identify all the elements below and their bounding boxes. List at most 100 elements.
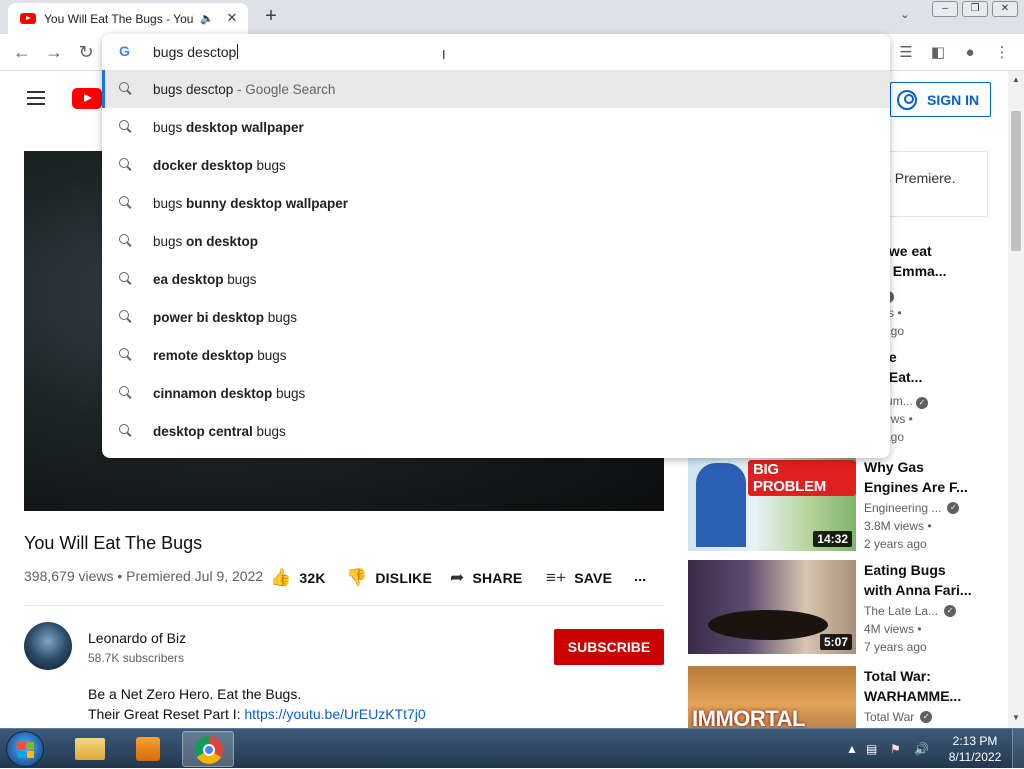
search-icon: [119, 386, 133, 400]
channel-avatar[interactable]: [24, 622, 72, 670]
system-clock[interactable]: 2:13 PM 8/11/2022: [940, 733, 1010, 765]
forward-arrow-icon[interactable]: →: [42, 41, 66, 65]
suggestion-text: bugs bunny desktop wallpaper: [153, 195, 349, 211]
recommended-video[interactable]: 5:07 Eating Bugs with Anna Fari... The L…: [688, 560, 1008, 660]
speaker-icon[interactable]: 🔈: [200, 12, 214, 25]
search-icon: [119, 424, 133, 438]
address-bar[interactable]: G bugs desctop I: [102, 34, 890, 70]
like-button[interactable]: 👍 32K: [270, 568, 326, 588]
taskbar-file-explorer[interactable]: [64, 731, 116, 767]
video-title: You Will Eat The Bugs: [24, 533, 203, 553]
show-desktop-button[interactable]: [1012, 729, 1024, 769]
rec-title[interactable]: Why Gas Engines Are F...: [864, 457, 974, 497]
omnibox-suggestion[interactable]: ea desktop bugs: [102, 260, 890, 298]
person-figure: [696, 463, 746, 547]
verified-icon: ✓: [916, 397, 929, 409]
scroll-down-arrow-icon[interactable]: ▼: [1012, 713, 1020, 722]
tab-search-chevron-icon[interactable]: ⌄: [896, 8, 914, 26]
channel-subscribers: 58.7K subscribers: [88, 651, 185, 665]
folder-icon: [75, 738, 105, 760]
scrollbar-thumb[interactable]: [1011, 111, 1021, 251]
rec-title[interactable]: Total War: WARHAMME...: [864, 666, 974, 706]
start-button[interactable]: [6, 731, 44, 767]
video-thumbnail[interactable]: BIG PROBLEM 14:32: [688, 457, 856, 551]
sign-in-button[interactable]: SIGN IN: [890, 82, 991, 117]
suggestion-text: docker desktop bugs: [153, 157, 286, 173]
search-icon: [119, 234, 133, 248]
verified-icon: ✓: [944, 605, 957, 617]
clock-date: 8/11/2022: [948, 750, 1002, 764]
video-thumbnail[interactable]: IMMORTAL: [688, 666, 856, 728]
rec-channel: The Late La... ✓: [864, 604, 957, 618]
share-button[interactable]: ➦ SHARE: [450, 568, 522, 588]
minimize-button[interactable]: –: [932, 1, 958, 17]
divider: [24, 605, 664, 606]
thumbnail-text: IMMORTAL: [692, 706, 805, 728]
omnibox-suggestion[interactable]: cinnamon desktop bugs: [102, 374, 890, 412]
taskbar-chrome[interactable]: [182, 731, 234, 767]
back-arrow-icon[interactable]: ←: [10, 41, 34, 65]
subscribe-button[interactable]: SUBSCRIBE: [554, 629, 664, 665]
search-icon: [119, 158, 133, 172]
side-panel-icon[interactable]: ◧: [928, 43, 948, 63]
omnibox-suggestion[interactable]: bugs on desktop: [102, 222, 890, 260]
duration-badge: 14:32: [813, 531, 852, 547]
hamburger-menu-icon[interactable]: [27, 91, 45, 105]
scroll-up-arrow-icon[interactable]: ▲: [1012, 75, 1020, 84]
thumbnail-text: BIG PROBLEM: [748, 460, 856, 496]
omnibox-suggestion[interactable]: desktop central bugs: [102, 412, 890, 450]
recommended-video[interactable]: BIG PROBLEM 14:32 Why Gas Engines Are F.…: [688, 457, 1008, 557]
like-count: 32K: [299, 570, 326, 586]
recommended-video[interactable]: IMMORTAL Total War: WARHAMME... Total Wa…: [688, 666, 1008, 728]
chrome-menu-kebab-icon[interactable]: ⋮: [992, 43, 1012, 63]
volume-icon[interactable]: 🔊: [914, 742, 929, 756]
suggestion-text: bugs on desktop: [153, 233, 259, 249]
channel-name[interactable]: Leonardo of Biz: [88, 630, 186, 646]
reload-icon[interactable]: ↻: [74, 41, 98, 65]
clock-time: 2:13 PM: [952, 734, 998, 748]
tab-close-icon[interactable]: ✕: [224, 10, 240, 26]
save-button[interactable]: ≡+ SAVE: [546, 568, 612, 588]
description-link[interactable]: https://youtu.be/UrEUzKTt7j0: [244, 706, 425, 722]
close-window-button[interactable]: ✕: [992, 1, 1018, 17]
taskbar-media-player[interactable]: [122, 731, 174, 767]
profile-avatar-icon[interactable]: ●: [960, 43, 980, 63]
account-circle-icon: [897, 90, 917, 110]
omnibox-suggestion[interactable]: bugs bunny desktop wallpaper: [102, 184, 890, 222]
dislike-label: DISLIKE: [375, 570, 433, 586]
search-icon: [119, 348, 133, 362]
ibeam-cursor-icon: I: [442, 47, 446, 62]
action-center-icon[interactable]: ⚑: [890, 742, 901, 756]
youtube-logo-icon[interactable]: [72, 88, 102, 109]
suggestion-list: bugs desctop - Google Search bugs desktop…: [102, 70, 890, 450]
network-icon[interactable]: ▤: [866, 742, 877, 756]
dislike-button[interactable]: 👎 DISLIKE: [346, 568, 432, 588]
rec-views: 3.8M views •: [864, 519, 932, 533]
suggestion-text: bugs desctop - Google Search: [153, 81, 336, 97]
suggestion-text: power bi desktop bugs: [153, 309, 298, 325]
omnibox-suggestion[interactable]: power bi desktop bugs: [102, 298, 890, 336]
omnibox-suggestion[interactable]: remote desktop bugs: [102, 336, 890, 374]
omnibox-suggestion[interactable]: bugs desctop - Google Search: [102, 70, 890, 108]
thumbs-down-icon: 👎: [346, 568, 368, 587]
omnibox-suggestion[interactable]: bugs desktop wallpaper: [102, 108, 890, 146]
media-player-icon: [136, 737, 160, 761]
video-thumbnail[interactable]: 5:07: [688, 560, 856, 654]
browser-tab[interactable]: You Will Eat The Bugs - YouTube 🔈 ✕: [8, 3, 248, 34]
new-tab-button[interactable]: +: [260, 6, 282, 28]
search-icon: [119, 196, 133, 210]
suggestion-text: ea desktop bugs: [153, 271, 257, 287]
suggestion-text: desktop central bugs: [153, 423, 286, 439]
rec-title[interactable]: Eating Bugs with Anna Fari...: [864, 560, 974, 600]
rec-views: 4M views •: [864, 622, 922, 636]
omnibox-suggestion[interactable]: docker desktop bugs: [102, 146, 890, 184]
more-actions-button[interactable]: ...: [634, 568, 646, 584]
verified-icon: ✓: [947, 502, 960, 514]
address-input[interactable]: bugs desctop: [153, 44, 239, 60]
tray-expand-icon[interactable]: ▲: [846, 742, 858, 756]
page-scrollbar[interactable]: ▲ ▼: [1008, 71, 1024, 728]
rec-age: 7 years ago: [864, 640, 927, 654]
sign-in-label: SIGN IN: [927, 91, 980, 108]
media-control-icon[interactable]: ☰: [896, 43, 916, 63]
restore-button[interactable]: ❐: [962, 1, 988, 17]
